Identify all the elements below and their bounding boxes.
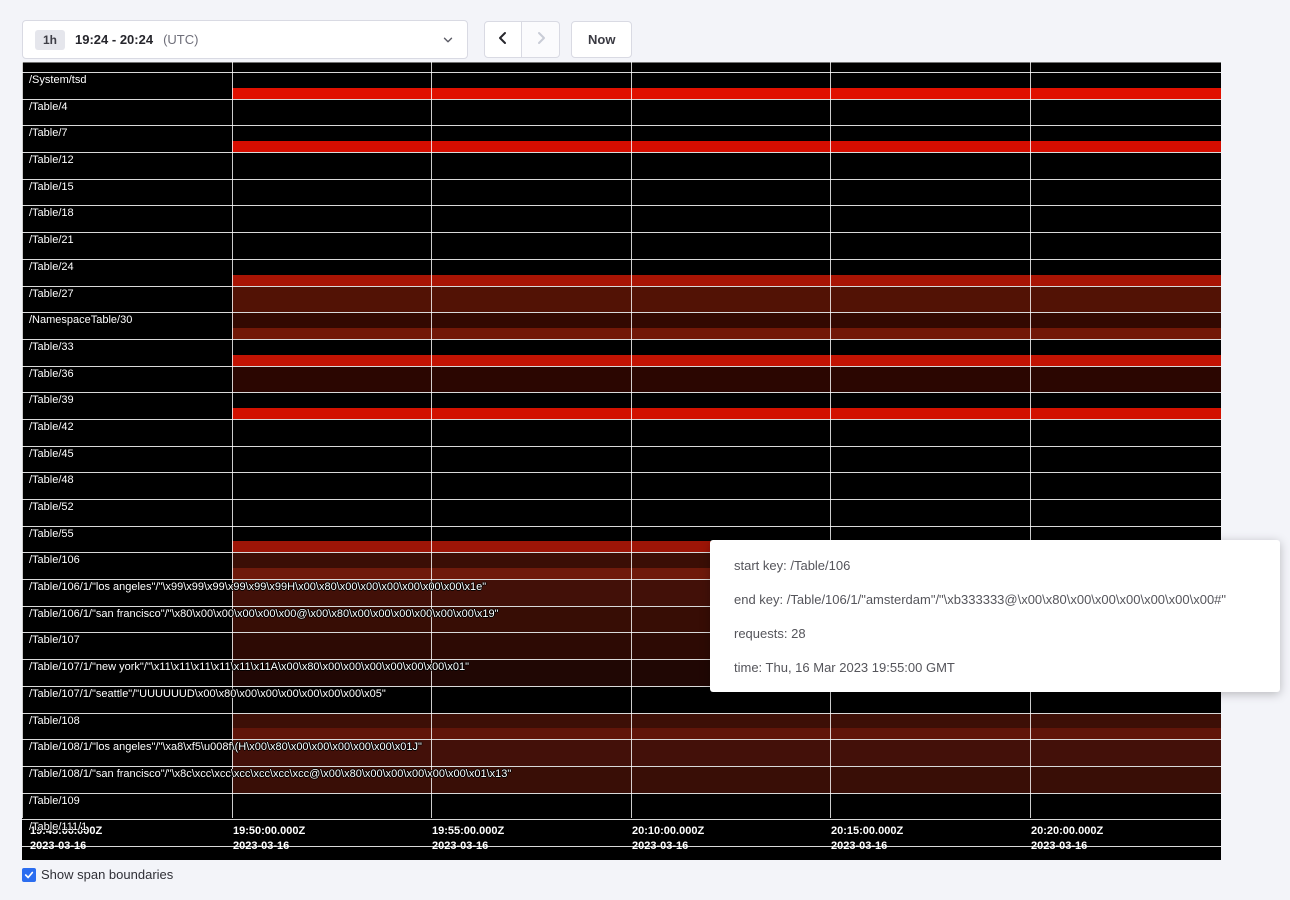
span-key-label: /Table/52: [29, 501, 74, 514]
span-key-label: /Table/106/1/"los angeles"/"\x99\x99\x99…: [29, 581, 486, 594]
time-axis-tick: 19:55:00.000Z2023-03-16: [432, 824, 504, 854]
show-span-boundaries-checkbox[interactable]: [22, 868, 36, 882]
time-range-selector[interactable]: 1h 19:24 - 20:24 (UTC): [22, 20, 468, 59]
span-key-label: /Table/18: [29, 207, 74, 220]
tooltip-line: requests: 28: [710, 616, 1280, 650]
span-row[interactable]: /System/tsd: [22, 72, 1221, 99]
time-axis-tick: 20:10:00.000Z2023-03-16: [632, 824, 704, 854]
heat-bar: [232, 275, 1221, 286]
span-row[interactable]: /Table/4: [22, 99, 1221, 126]
span-row[interactable]: /Table/27: [22, 286, 1221, 313]
heat-fill: [232, 287, 1221, 313]
tooltip-line: start key: /Table/106: [710, 548, 1280, 582]
time-nav-group: [484, 21, 560, 58]
heat-bar: [232, 728, 1221, 739]
span-row[interactable]: /Table/24: [22, 259, 1221, 286]
span-key-label: /Table/106: [29, 554, 80, 567]
check-icon: [24, 870, 34, 880]
span-key-label: /Table/108/1/"los angeles"/"\xa8\xf5\u00…: [29, 741, 422, 754]
span-row[interactable]: /Table/39: [22, 392, 1221, 419]
tick-time: 20:15:00.000Z: [831, 824, 903, 839]
span-tooltip: start key: /Table/106end key: /Table/106…: [710, 540, 1280, 692]
span-key-label: /Table/55: [29, 528, 74, 541]
span-row[interactable]: /Table/42: [22, 419, 1221, 446]
span-key-label: /Table/107/1/"new york"/"\x11\x11\x11\x1…: [29, 661, 469, 674]
toolbar: 1h 19:24 - 20:24 (UTC) Now: [22, 20, 632, 59]
span-row[interactable]: /Table/15: [22, 179, 1221, 206]
span-row[interactable]: /Table/21: [22, 232, 1221, 259]
tick-time: 20:20:00.000Z: [1031, 824, 1103, 839]
key-visualizer-canvas[interactable]: /System/tsd/Table/4/Table/7/Table/12/Tab…: [22, 62, 1221, 860]
duration-badge: 1h: [35, 30, 65, 50]
tick-date: 2023-03-16: [1031, 839, 1103, 854]
tick-date: 2023-03-16: [233, 839, 305, 854]
tooltip-line: time: Thu, 16 Mar 2023 19:55:00 GMT: [710, 650, 1280, 684]
span-key-label: /Table/7: [29, 127, 68, 140]
span-row[interactable]: /NamespaceTable/30: [22, 312, 1221, 339]
next-time-button[interactable]: [522, 21, 560, 58]
span-key-label: /NamespaceTable/30: [29, 314, 132, 327]
time-axis-tick: 20:15:00.000Z2023-03-16: [831, 824, 903, 854]
span-row[interactable]: /Table/18: [22, 205, 1221, 232]
span-row[interactable]: /Table/7: [22, 125, 1221, 152]
time-axis-tick: 19:50:00.000Z2023-03-16: [233, 824, 305, 854]
span-key-label: /Table/33: [29, 341, 74, 354]
span-row[interactable]: /Table/108/1/"san francisco"/"\x8c\xcc\x…: [22, 766, 1221, 793]
span-key-label: /Table/108: [29, 715, 80, 728]
heat-bar: [232, 328, 1221, 339]
span-key-label: /Table/15: [29, 181, 74, 194]
span-key-label: /System/tsd: [29, 74, 86, 87]
time-axis: 19:45:00.000Z2023-03-1619:50:00.000Z2023…: [22, 824, 1221, 860]
span-row[interactable]: /Table/108/1/"los angeles"/"\xa8\xf5\u00…: [22, 739, 1221, 766]
now-button[interactable]: Now: [571, 21, 632, 58]
tooltip-line: end key: /Table/106/1/"amsterdam"/"\xb33…: [710, 582, 1280, 616]
span-row[interactable]: /Table/12: [22, 152, 1221, 179]
span-row[interactable]: /Table/109: [22, 793, 1221, 820]
span-key-label: /Table/39: [29, 394, 74, 407]
span-key-label: /Table/4: [29, 101, 68, 114]
span-row[interactable]: /Table/33: [22, 339, 1221, 366]
tick-time: 19:55:00.000Z: [432, 824, 504, 839]
span-key-label: /Table/21: [29, 234, 74, 247]
span-row[interactable]: /Table/52: [22, 499, 1221, 526]
span-key-label: /Table/109: [29, 795, 80, 808]
timezone-label: (UTC): [163, 32, 198, 47]
tick-time: 19:50:00.000Z: [233, 824, 305, 839]
span-key-label: /Table/106/1/"san francisco"/"\x80\x00\x…: [29, 608, 499, 621]
span-key-label: /Table/107/1/"seattle"/"UUUUUUD\x00\x80\…: [29, 688, 386, 701]
heat-fill: [232, 367, 1221, 393]
tick-date: 2023-03-16: [432, 839, 504, 854]
heat-bar: [232, 141, 1221, 152]
heat-bar: [232, 408, 1221, 419]
span-key-label: /Table/42: [29, 421, 74, 434]
heat-bar: [232, 355, 1221, 366]
span-key-label: /Table/111/1: [29, 821, 87, 834]
span-key-label: /Table/45: [29, 448, 74, 461]
span-key-label: /Table/107: [29, 634, 80, 647]
span-row[interactable]: /Table/45: [22, 446, 1221, 473]
span-row[interactable]: /Table/36: [22, 366, 1221, 393]
span-row[interactable]: /Table/108: [22, 713, 1221, 740]
span-key-label: /Table/36: [29, 368, 74, 381]
prev-time-button[interactable]: [484, 21, 522, 58]
heat-bar: [232, 88, 1221, 99]
chevron-left-icon: [495, 30, 511, 49]
time-range-label: 19:24 - 20:24: [75, 32, 153, 47]
span-rows: /System/tsd/Table/4/Table/7/Table/12/Tab…: [22, 72, 1221, 847]
time-axis-tick: 20:20:00.000Z2023-03-16: [1031, 824, 1103, 854]
chevron-down-icon: [441, 33, 455, 47]
span-key-label: /Table/24: [29, 261, 74, 274]
footer: Show span boundaries: [22, 867, 173, 882]
tick-date: 2023-03-16: [632, 839, 704, 854]
span-key-label: /Table/12: [29, 154, 74, 167]
tick-time: 20:10:00.000Z: [632, 824, 704, 839]
span-key-label: /Table/27: [29, 288, 74, 301]
span-key-label: /Table/48: [29, 474, 74, 487]
span-row[interactable]: /Table/48: [22, 472, 1221, 499]
span-key-label: /Table/108/1/"san francisco"/"\x8c\xcc\x…: [29, 768, 511, 781]
tick-date: 2023-03-16: [30, 839, 102, 854]
chevron-right-icon: [533, 30, 549, 49]
tick-date: 2023-03-16: [831, 839, 903, 854]
show-span-boundaries-label: Show span boundaries: [41, 867, 173, 882]
